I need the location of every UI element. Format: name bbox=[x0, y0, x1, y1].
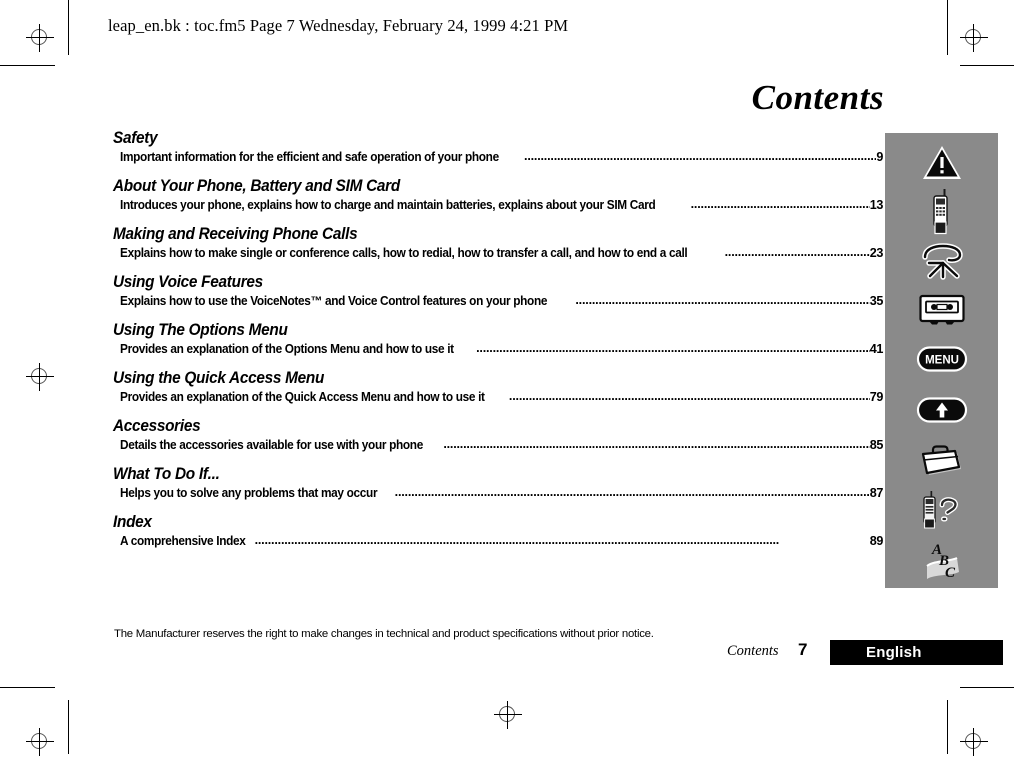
telephone-handset-icon bbox=[921, 243, 963, 280]
toc-entry-page-number: 41 bbox=[869, 342, 884, 356]
toc-dot-leader: ........................................… bbox=[508, 389, 870, 403]
toc-entry-row[interactable]: Details the accessories available for us… bbox=[113, 437, 883, 454]
toc-dot-leader: ........................................… bbox=[443, 437, 869, 451]
toc-entry-row[interactable]: Explains how to make single or conferenc… bbox=[113, 245, 883, 262]
toc-entry-page-number: 23 bbox=[869, 246, 884, 260]
toc-entry-row[interactable]: Explains how to use the VoiceNotes™ and … bbox=[113, 293, 883, 310]
toc-entry: About Your Phone, Battery and SIM Card In… bbox=[113, 176, 883, 214]
disclaimer-text: The Manufacturer reserves the right to m… bbox=[114, 628, 654, 640]
toc-entry-description: Helps you to solve any problems that may… bbox=[120, 486, 378, 500]
toc-entry-row[interactable]: Provides an explanation of the Options M… bbox=[113, 341, 883, 358]
toc-entry-description: A comprehensive Index bbox=[120, 534, 246, 548]
toc-entry-heading[interactable]: Using The Options Menu bbox=[113, 320, 829, 340]
toc-entry-page-number: 13 bbox=[869, 198, 884, 212]
toc-entry-row[interactable]: Important information for the efficient … bbox=[113, 149, 883, 166]
toc-entry-page-number: 85 bbox=[869, 438, 884, 452]
file-header-line: leap_en.bk : toc.fm5 Page 7 Wednesday, F… bbox=[108, 16, 569, 35]
icon-slot-cassette bbox=[885, 288, 998, 332]
toc-entry-page-number: 89 bbox=[869, 534, 884, 548]
toc-dot-leader: ........................................… bbox=[254, 533, 780, 547]
toc-entry-description: Important information for the efficient … bbox=[120, 150, 499, 164]
icon-slot-abc-index: A B C bbox=[885, 538, 998, 582]
toc-entry: Using the Quick Access Menu Provides an e… bbox=[113, 368, 883, 406]
icon-slot-warning bbox=[885, 141, 998, 185]
up-arrow-button-icon bbox=[916, 397, 967, 423]
toc-entry-row[interactable]: A comprehensive Index...................… bbox=[113, 533, 883, 550]
toc-entry-heading[interactable]: Using Voice Features bbox=[113, 272, 829, 292]
crop-mark-top-left-vertical bbox=[68, 0, 69, 55]
crop-mark-top-left-horizontal bbox=[0, 65, 55, 66]
toc-entry-row[interactable]: Introduces your phone, explains how to c… bbox=[113, 197, 883, 214]
toc-entry-description: Explains how to make single or conferenc… bbox=[120, 246, 688, 260]
toc-entry-page-number: 9 bbox=[876, 150, 883, 164]
phone-question-icon bbox=[922, 491, 958, 529]
toc-entry-heading[interactable]: About Your Phone, Battery and SIM Card bbox=[113, 176, 829, 196]
toc-entry-heading[interactable]: What To Do If... bbox=[113, 464, 829, 484]
toc-dot-leader: ........................................… bbox=[690, 197, 870, 211]
language-label: English bbox=[866, 644, 922, 661]
toc-entry-heading[interactable]: Index bbox=[113, 512, 829, 532]
crop-mark-bottom-right-horizontal bbox=[960, 687, 1014, 688]
toc-entry-row[interactable]: Helps you to solve any problems that may… bbox=[113, 485, 883, 502]
toc-entry-heading[interactable]: Safety bbox=[113, 128, 829, 148]
toc-entry-heading[interactable]: Using the Quick Access Menu bbox=[113, 368, 829, 388]
registration-mark-top-right bbox=[959, 23, 989, 53]
icon-slot-up-arrow-button bbox=[885, 388, 998, 432]
page-title: Contents bbox=[751, 78, 884, 117]
registration-mark-bottom-center bbox=[493, 700, 523, 730]
toc-entry-description: Details the accessories available for us… bbox=[120, 438, 423, 452]
icon-slot-handset bbox=[885, 240, 998, 284]
toc-entry: Safety Important information for the effi… bbox=[113, 128, 883, 166]
toc-entry: Using The Options Menu Provides an explan… bbox=[113, 320, 883, 358]
menu-button-label: MENU bbox=[925, 355, 959, 367]
icon-slot-briefcase bbox=[885, 439, 998, 483]
registration-mark-bottom-right bbox=[959, 727, 989, 757]
toc-entry: Index A comprehensive Index..............… bbox=[113, 512, 883, 550]
cassette-tape-icon bbox=[918, 294, 965, 325]
toc-dot-leader: ........................................… bbox=[724, 245, 870, 259]
toc-entry-page-number: 35 bbox=[869, 294, 884, 308]
toc-dot-leader: ........................................… bbox=[575, 293, 869, 307]
toc-entry-heading[interactable]: Making and Receiving Phone Calls bbox=[113, 224, 829, 244]
toc-dot-leader: ........................................… bbox=[394, 485, 870, 499]
crop-mark-bottom-right-vertical bbox=[947, 700, 948, 754]
chapter-icon-panel: MENU A B C bbox=[885, 133, 998, 588]
abc-letter-c: C bbox=[945, 565, 956, 581]
toc-entry-page-number: 79 bbox=[869, 390, 884, 404]
toc-dot-leader: ........................................… bbox=[524, 149, 876, 163]
toc-entry: Using Voice Features Explains how to use … bbox=[113, 272, 883, 310]
toc-entry-page-number: 87 bbox=[869, 486, 884, 500]
table-of-contents: Safety Important information for the effi… bbox=[113, 128, 883, 560]
registration-mark-bottom-left bbox=[25, 727, 55, 757]
icon-slot-phone-question bbox=[885, 488, 998, 532]
toc-entry-description: Introduces your phone, explains how to c… bbox=[120, 198, 656, 212]
crop-mark-bottom-left-vertical bbox=[68, 700, 69, 754]
warning-triangle-icon bbox=[922, 146, 961, 179]
icon-slot-mobile-phone bbox=[885, 189, 998, 235]
crop-mark-bottom-left-horizontal bbox=[0, 687, 55, 688]
toc-entry-row[interactable]: Provides an explanation of the Quick Acc… bbox=[113, 389, 883, 406]
toc-entry-heading[interactable]: Accessories bbox=[113, 416, 829, 436]
registration-mark-left-middle bbox=[25, 362, 55, 392]
toc-entry-description: Provides an explanation of the Quick Acc… bbox=[120, 390, 485, 404]
briefcase-icon bbox=[921, 445, 961, 475]
toc-entry-description: Provides an explanation of the Options M… bbox=[120, 342, 454, 356]
crop-mark-top-right-vertical bbox=[947, 0, 948, 55]
language-bar: English bbox=[830, 640, 1003, 665]
toc-dot-leader: ........................................… bbox=[476, 341, 870, 355]
icon-slot-menu-button: MENU bbox=[885, 337, 998, 381]
abc-index-icon: A B C bbox=[925, 542, 959, 581]
menu-button-icon: MENU bbox=[916, 346, 967, 372]
toc-entry: What To Do If... Helps you to solve any p… bbox=[113, 464, 883, 502]
toc-entry: Accessories Details the accessories avail… bbox=[113, 416, 883, 454]
footer-page-number: 7 bbox=[798, 640, 808, 659]
toc-entry-description: Explains how to use the VoiceNotes™ and … bbox=[120, 294, 548, 308]
toc-entry: Making and Receiving Phone Calls Explains… bbox=[113, 224, 883, 262]
mobile-phone-icon bbox=[932, 189, 948, 235]
crop-mark-top-right-horizontal bbox=[960, 65, 1014, 66]
registration-mark-top-left bbox=[25, 23, 55, 53]
footer-section-name: Contents bbox=[727, 643, 779, 659]
